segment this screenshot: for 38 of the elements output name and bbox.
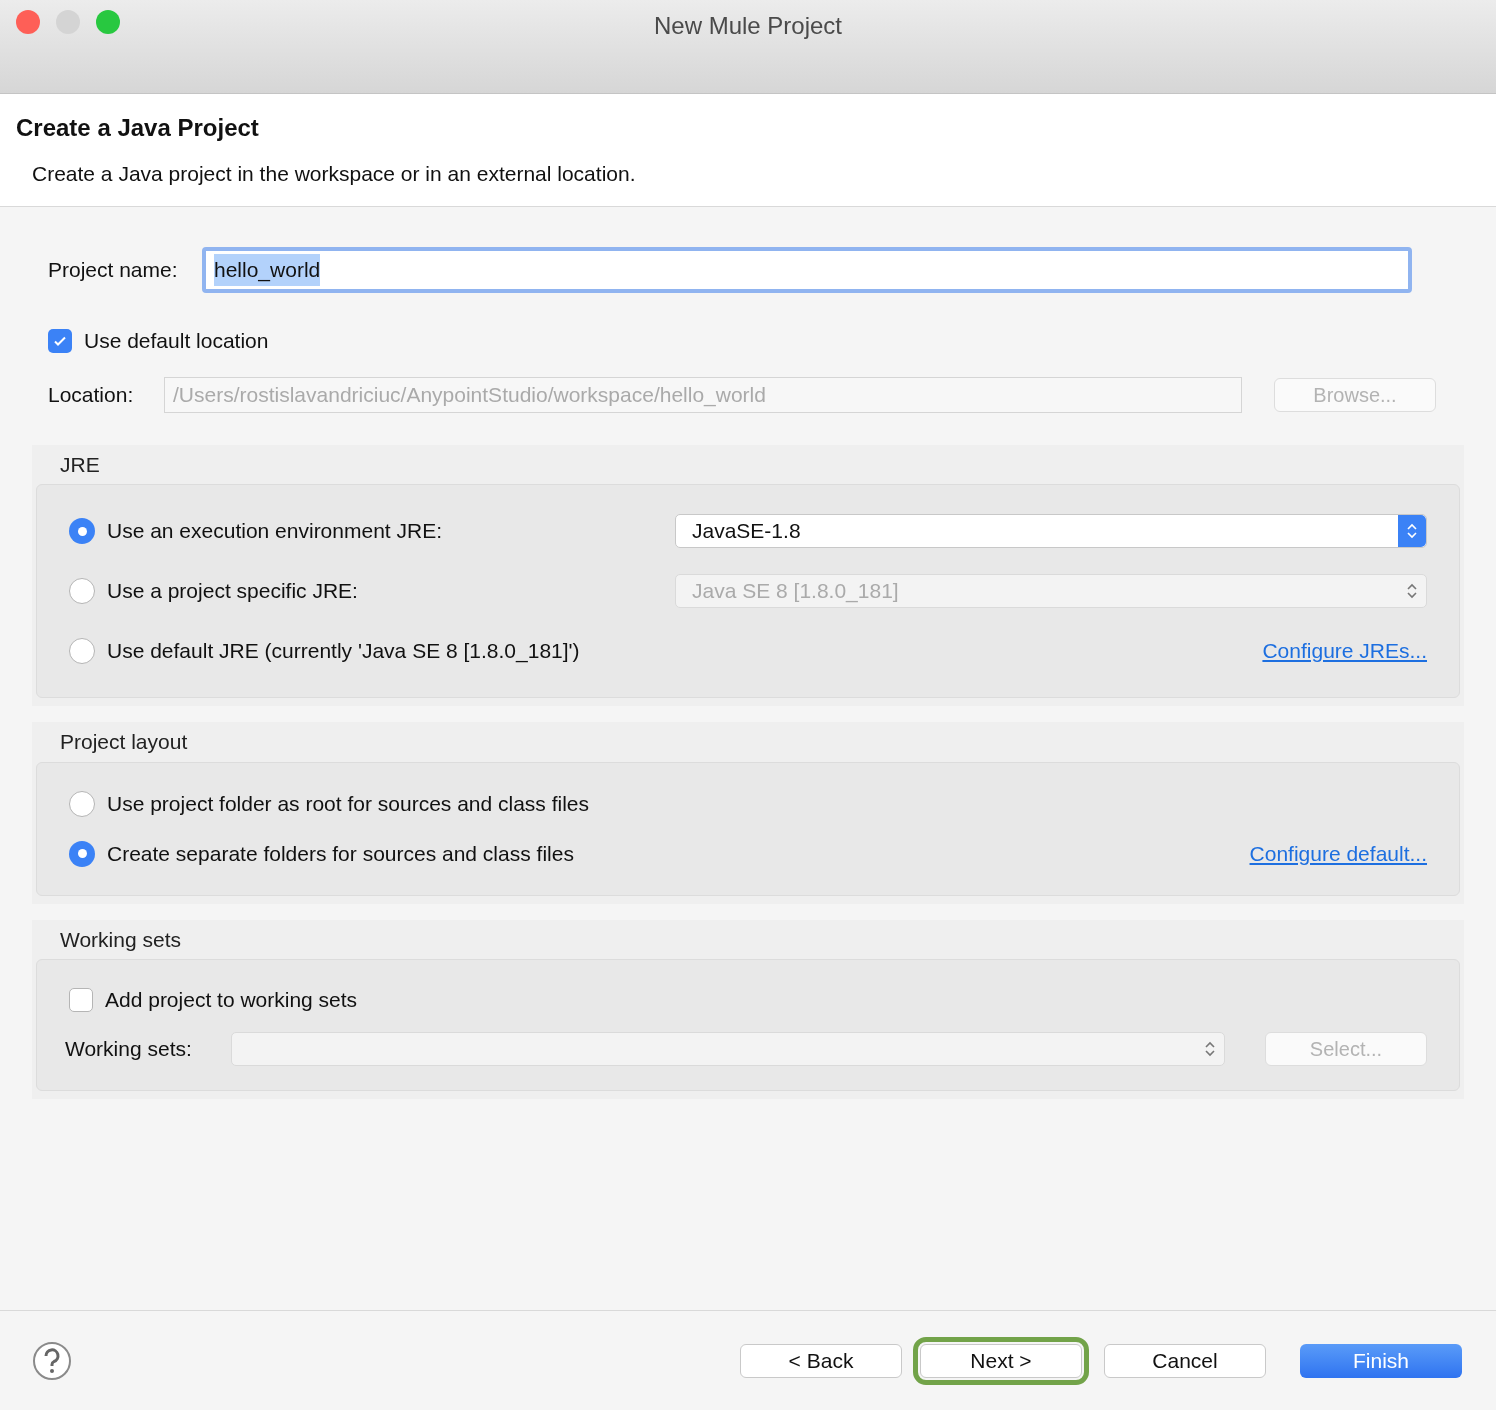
window-title: New Mule Project xyxy=(653,11,843,41)
configure-jres-link[interactable]: Configure JREs... xyxy=(1262,635,1427,667)
jre-dropdown[interactable]: Java SE 8 [1.8.0_181] xyxy=(675,574,1427,608)
checkbox[interactable] xyxy=(48,328,72,353)
configure-default-link[interactable]: Configure default... xyxy=(1249,837,1427,870)
group-title: Working sets xyxy=(59,926,182,953)
field-label: Location: xyxy=(48,381,135,408)
radio-label: Use project folder as root for sources and class files xyxy=(107,790,590,817)
radio-label: Create separate folders for sources and class files xyxy=(107,840,574,867)
checkbox-label: Add project to working sets xyxy=(105,987,358,1013)
working-sets-dropdown[interactable] xyxy=(231,1031,1225,1066)
close-window-icon[interactable] xyxy=(16,10,40,34)
select-button[interactable]: Select... xyxy=(1265,1031,1427,1066)
project-name-field[interactable]: hello_world xyxy=(202,247,1412,293)
checkbox[interactable] xyxy=(69,987,93,1012)
radio-button[interactable] xyxy=(69,578,95,604)
dialog-button[interactable]: Finish xyxy=(1300,1343,1462,1378)
dialog-button[interactable]: Cancel xyxy=(1104,1343,1266,1378)
chevron-updown-icon xyxy=(1406,581,1418,601)
field-label: Project name: xyxy=(48,257,179,284)
dialog-button[interactable]: < Back xyxy=(740,1343,902,1378)
page-description: Create a Java project in the workspace or in an external location. xyxy=(31,161,637,187)
radio-button[interactable] xyxy=(69,790,95,817)
field-label: Working sets: xyxy=(65,1035,193,1062)
radio-label: Use an execution environment JRE: xyxy=(107,518,443,545)
page-title: Create a Java Project xyxy=(16,113,260,143)
help-icon[interactable] xyxy=(32,1340,72,1381)
radio-label: Use a project specific JRE: xyxy=(107,578,359,605)
radio-button[interactable] xyxy=(69,518,95,544)
radio-button[interactable] xyxy=(69,840,95,867)
checkbox-label: Use default location xyxy=(84,328,269,354)
radio-label: Use default JRE (currently 'Java SE 8 [1.8.0_181]') xyxy=(107,638,581,665)
chevron-updown-icon xyxy=(1406,521,1418,541)
jre-dropdown[interactable]: JavaSE-1.8 xyxy=(675,514,1427,548)
group-title: Project layout xyxy=(59,729,189,755)
zoom-window-icon[interactable] xyxy=(96,10,120,34)
group-title: JRE xyxy=(59,451,101,478)
radio-button[interactable] xyxy=(69,638,95,664)
